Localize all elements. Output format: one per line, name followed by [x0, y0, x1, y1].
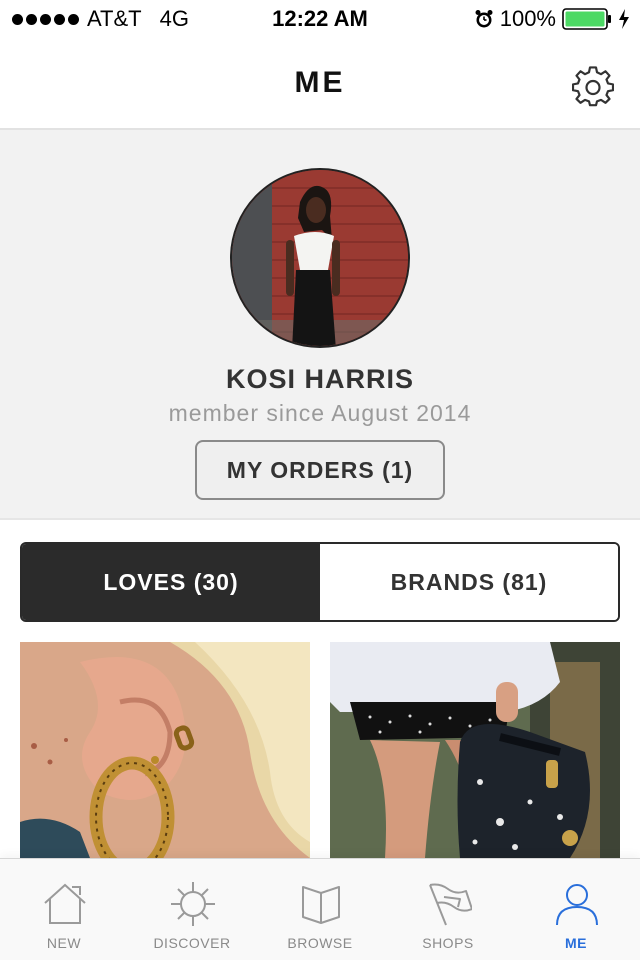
earring-photo — [20, 642, 310, 858]
my-orders-button[interactable]: MY ORDERS (1) — [195, 440, 445, 500]
member-since: member since August 2014 — [168, 400, 472, 426]
backpack-photo — [330, 642, 620, 858]
book-icon — [302, 886, 340, 924]
tab-label-new: NEW — [46, 935, 82, 951]
tab-me[interactable]: ME — [512, 859, 640, 960]
avatar[interactable] — [230, 168, 410, 348]
user-name: KOSI HARRIS — [225, 364, 415, 394]
tab-bar: NEW DISCOVER BROWSE SHOPS ME — [0, 858, 640, 960]
avatar-photo — [232, 170, 408, 346]
house-icon — [44, 883, 86, 924]
tab-loves[interactable]: LOVES (30) — [22, 544, 320, 620]
status-bar: AT&T 4G 12:22 AM 100% — [0, 0, 640, 40]
person-icon — [556, 884, 598, 926]
nav-bar: ME — [0, 40, 640, 130]
gear-icon[interactable] — [572, 66, 614, 108]
profile-section: KOSI HARRIS member since August 2014 MY … — [0, 130, 640, 520]
loves-brands-toggle: LOVES (30) BRANDS (81) — [20, 542, 620, 622]
status-right: 100% — [474, 6, 630, 32]
tab-discover[interactable]: DISCOVER — [128, 859, 256, 960]
tab-brands[interactable]: BRANDS (81) — [320, 544, 618, 620]
loved-item-tile[interactable] — [20, 642, 310, 858]
page-title: ME — [294, 66, 346, 99]
battery-icon — [562, 8, 611, 30]
alarm-icon — [475, 10, 493, 28]
charging-icon — [619, 9, 629, 29]
tab-label-browse: BROWSE — [287, 935, 353, 951]
tab-label-discover: DISCOVER — [153, 935, 231, 951]
flag-icon — [429, 883, 472, 926]
compass-icon — [171, 882, 215, 926]
battery-percent: 100% — [499, 6, 556, 31]
loved-item-tile[interactable] — [330, 642, 620, 858]
loves-grid — [20, 642, 620, 858]
tab-browse[interactable]: BROWSE — [256, 859, 384, 960]
tab-label-me: ME — [565, 935, 587, 951]
tab-new[interactable]: NEW — [0, 859, 128, 960]
tab-shops[interactable]: SHOPS — [384, 859, 512, 960]
tab-label-shops: SHOPS — [422, 935, 474, 951]
